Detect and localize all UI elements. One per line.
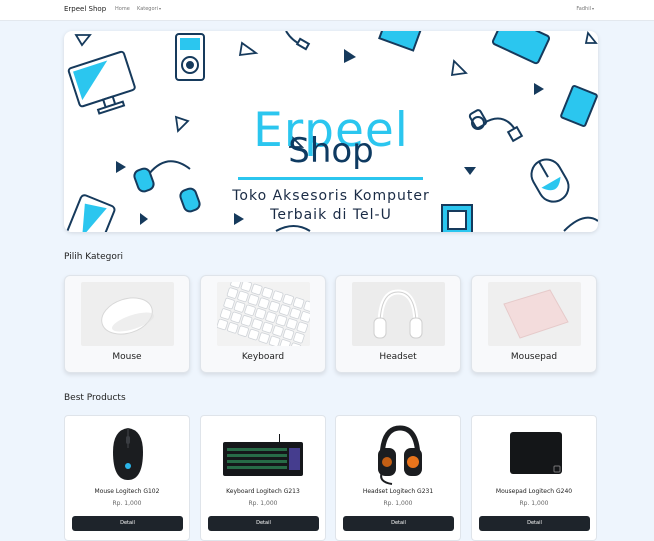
- categories-heading: Pilih Kategori: [64, 252, 124, 262]
- user-name-label: Fadhil: [576, 6, 591, 12]
- best-products-heading: Best Products: [64, 393, 126, 403]
- chevron-down-icon: ▾: [158, 6, 161, 11]
- detail-button[interactable]: Detail: [343, 516, 454, 531]
- detail-button[interactable]: Detail: [72, 516, 183, 531]
- product-name: Keyboard Logitech G213: [226, 488, 300, 495]
- mouse-g102-image: [83, 422, 173, 486]
- hero-title-shop: Shop: [288, 131, 374, 171]
- category-card-mousepad[interactable]: Mousepad: [471, 275, 597, 373]
- product-card-mousepad: Mousepad Logitech G240 Rp. 1,000 Detail: [471, 415, 597, 541]
- headset-g231-image: [354, 422, 444, 486]
- category-card-headset[interactable]: Headset: [335, 275, 461, 373]
- product-card-mouse: Mouse Logitech G102 Rp. 1,000 Detail: [64, 415, 190, 541]
- keyboard-g213-image: [219, 422, 309, 486]
- nav-kategori-label: Kategori: [137, 6, 158, 12]
- detail-button[interactable]: Detail: [208, 516, 319, 531]
- brand-link[interactable]: Erpeel Shop: [64, 5, 106, 13]
- user-dropdown[interactable]: Fadhil▾: [576, 6, 594, 12]
- product-name: Mouse Logitech G102: [94, 488, 160, 495]
- category-card-mouse[interactable]: Mouse: [64, 275, 190, 373]
- mousepad-g240-image: [490, 422, 580, 486]
- keyboard-image: [217, 282, 310, 346]
- hero-subtitle-line-2: Terbaik di Tel-U: [270, 207, 392, 223]
- category-label: Mousepad: [510, 352, 558, 362]
- product-name: Mousepad Logitech G240: [495, 488, 573, 495]
- hero-divider: [238, 177, 423, 180]
- nav-home-link[interactable]: Home: [115, 6, 130, 12]
- product-name: Headset Logitech G231: [362, 488, 434, 495]
- category-label: Keyboard: [241, 352, 285, 362]
- category-card-keyboard[interactable]: Keyboard: [200, 275, 326, 373]
- mouse-image: [81, 282, 174, 346]
- product-price: Rp. 1,000: [112, 500, 142, 507]
- headset-image: [352, 282, 445, 346]
- chevron-down-icon: ▾: [591, 6, 594, 11]
- detail-button[interactable]: Detail: [479, 516, 590, 531]
- mousepad-image: [488, 282, 581, 346]
- category-label: Mouse: [112, 352, 142, 362]
- hero-banner: Erpeel Shop Toko Aksesoris Komputer Terb…: [64, 31, 598, 232]
- nav-kategori-dropdown[interactable]: Kategori▾: [137, 6, 161, 12]
- hero-subtitle-line-1: Toko Aksesoris Komputer: [232, 188, 430, 204]
- product-price: Rp. 1,000: [519, 500, 549, 507]
- top-navbar: Erpeel Shop Home Kategori▾ Fadhil▾: [0, 0, 654, 21]
- category-label: Headset: [379, 352, 417, 362]
- product-card-keyboard: Keyboard Logitech G213 Rp. 1,000 Detail: [200, 415, 326, 541]
- product-price: Rp. 1,000: [248, 500, 278, 507]
- product-price: Rp. 1,000: [383, 500, 413, 507]
- product-card-headset: Headset Logitech G231 Rp. 1,000 Detail: [335, 415, 461, 541]
